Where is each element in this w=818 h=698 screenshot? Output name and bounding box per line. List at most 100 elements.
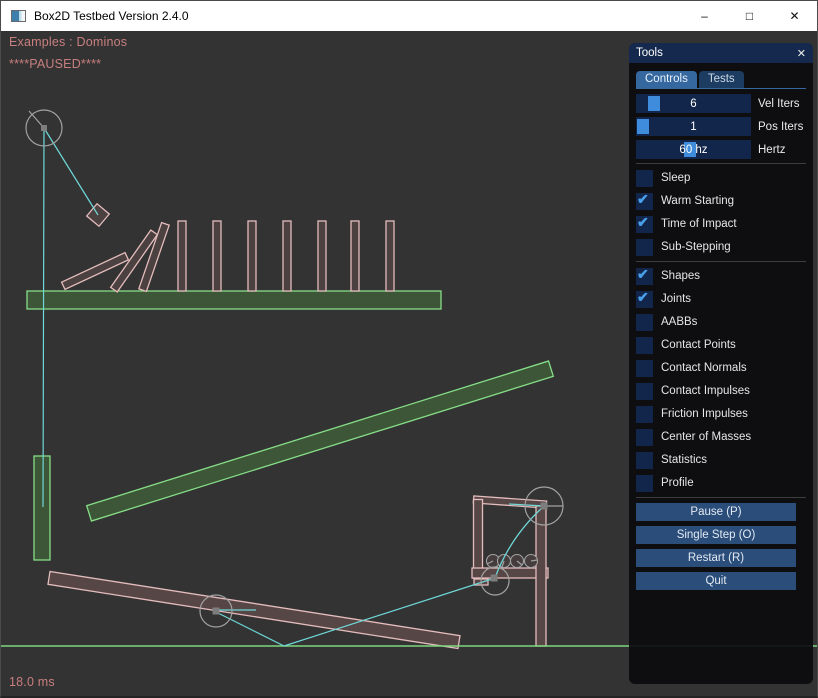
checkbox-profile[interactable] (636, 475, 653, 492)
frame-time-label: 18.0 ms (9, 675, 55, 689)
tools-panel-body: ControlsTests 6 Vel Iters 1 Pos Iters 60 hz H… (629, 63, 813, 590)
checkbox-sub-stepping[interactable] (636, 239, 653, 256)
window-title: Box2D Testbed Version 2.4.0 (34, 9, 189, 23)
separator (636, 261, 806, 262)
slider-row-vel-iters: 6 Vel Iters (636, 94, 806, 113)
checkbox-label: Joints (661, 293, 691, 305)
simulation-checkbox-group: Sleep ✔ Warm Starting ✔ Time of Impact Sub-St… (636, 169, 806, 256)
vertical-plank (34, 456, 50, 560)
checkbox-label: Warm Starting (661, 195, 734, 207)
checkbox-warm-starting[interactable]: ✔ (636, 193, 653, 210)
slider-pos-iters[interactable]: 1 (636, 117, 751, 136)
checkbox-label: Contact Impulses (661, 385, 750, 397)
checkmark-icon: ✔ (637, 266, 649, 283)
example-label: Examples : Dominos (9, 35, 127, 49)
checkbox-label: Profile (661, 477, 694, 489)
checkbox-row-friction-impulses[interactable]: Friction Impulses (636, 405, 806, 423)
checkbox-row-warm-starting[interactable]: ✔ Warm Starting (636, 192, 806, 210)
platform (27, 291, 441, 309)
checkbox-joints[interactable]: ✔ (636, 291, 653, 308)
checkbox-label: Statistics (661, 454, 707, 466)
checkbox-contact-normals[interactable] (636, 360, 653, 377)
minimize-button[interactable]: – (682, 1, 727, 31)
checkbox-row-contact-normals[interactable]: Contact Normals (636, 359, 806, 377)
checkbox-row-sub-stepping[interactable]: Sub-Stepping (636, 238, 806, 256)
checkbox-label: Time of Impact (661, 218, 737, 230)
single-step-o-button[interactable]: Single Step (O) (636, 526, 796, 544)
checkbox-label: Contact Points (661, 339, 736, 351)
checkbox-center-of-masses[interactable] (636, 429, 653, 446)
tab-controls[interactable]: Controls (636, 71, 697, 88)
checkmark-icon: ✔ (637, 214, 649, 231)
slider-value: 6 (636, 94, 751, 113)
domino-standing-2 (213, 221, 221, 291)
os-titlebar: Box2D Testbed Version 2.4.0 – □ ✕ (1, 1, 817, 31)
pendulum-rope (43, 128, 44, 507)
paused-label: ****PAUSED**** (9, 57, 101, 71)
tools-panel: Tools ✕ ControlsTests 6 Vel Iters 1 Pos Ite… (629, 43, 813, 684)
close-button[interactable]: ✕ (772, 1, 817, 31)
checkbox-label: Sleep (661, 172, 690, 184)
tab-tests[interactable]: Tests (699, 71, 744, 88)
window-controls: – □ ✕ (682, 1, 817, 31)
checkbox-sleep[interactable] (636, 170, 653, 187)
domino-standing-5 (318, 221, 326, 291)
app-window: Box2D Testbed Version 2.4.0 – □ ✕ Exampl… (0, 0, 818, 698)
checkbox-label: Sub-Stepping (661, 241, 731, 253)
checkbox-label: Friction Impulses (661, 408, 748, 420)
quit-button[interactable]: Quit (636, 572, 796, 590)
draw-checkbox-group: ✔ Shapes ✔ Joints AABBs Contact Points Contact… (636, 267, 806, 492)
domino-standing-4 (283, 221, 291, 291)
checkbox-contact-impulses[interactable] (636, 383, 653, 400)
checkbox-statistics[interactable] (636, 452, 653, 469)
action-button-group: Pause (P) Single Step (O) Restart (R) Quit (636, 503, 806, 590)
domino-standing-3 (248, 221, 256, 291)
domino-standing-6 (351, 221, 359, 291)
tab-bar: ControlsTests (636, 69, 806, 89)
panel-close-icon[interactable]: ✕ (797, 47, 806, 60)
slider-hertz[interactable]: 60 hz (636, 140, 751, 159)
checkbox-row-shapes[interactable]: ✔ Shapes (636, 267, 806, 285)
slider-label: Pos Iters (758, 121, 803, 133)
restart-r-button[interactable]: Restart (R) (636, 549, 796, 567)
slider-label: Vel Iters (758, 98, 800, 110)
checkbox-row-statistics[interactable]: Statistics (636, 451, 806, 469)
checkbox-label: Shapes (661, 270, 700, 282)
checkbox-row-sleep[interactable]: Sleep (636, 169, 806, 187)
slider-row-hertz: 60 hz Hertz (636, 140, 806, 159)
checkbox-label: Contact Normals (661, 362, 747, 374)
checkbox-time-of-impact[interactable]: ✔ (636, 216, 653, 233)
checkbox-aabbs[interactable] (636, 314, 653, 331)
maximize-button[interactable]: □ (727, 1, 772, 31)
slider-label: Hertz (758, 144, 785, 156)
slider-value: 60 hz (636, 140, 751, 159)
checkbox-row-profile[interactable]: Profile (636, 474, 806, 492)
pendulum-link (44, 128, 98, 215)
checkbox-row-center-of-masses[interactable]: Center of Masses (636, 428, 806, 446)
frame-left-post (474, 500, 483, 579)
checkbox-row-contact-impulses[interactable]: Contact Impulses (636, 382, 806, 400)
checkmark-icon: ✔ (637, 191, 649, 208)
tools-panel-title: Tools (636, 47, 663, 59)
checkbox-row-contact-points[interactable]: Contact Points (636, 336, 806, 354)
checkmark-icon: ✔ (637, 289, 649, 306)
separator (636, 497, 806, 498)
checkbox-row-aabbs[interactable]: AABBs (636, 313, 806, 331)
separator (636, 163, 806, 164)
checkbox-shapes[interactable]: ✔ (636, 268, 653, 285)
frame-right-post (536, 506, 546, 646)
checkbox-label: Center of Masses (661, 431, 751, 443)
slider-group: 6 Vel Iters 1 Pos Iters 60 hz Hertz (636, 94, 806, 159)
checkbox-contact-points[interactable] (636, 337, 653, 354)
checkbox-row-time-of-impact[interactable]: ✔ Time of Impact (636, 215, 806, 233)
joint-anchor-1 (41, 125, 47, 131)
joint-anchor-4 (491, 575, 498, 582)
checkbox-friction-impulses[interactable] (636, 406, 653, 423)
app-icon (11, 10, 26, 22)
slider-vel-iters[interactable]: 6 (636, 94, 751, 113)
tools-panel-titlebar[interactable]: Tools ✕ (629, 43, 813, 63)
domino-standing-1 (178, 221, 186, 291)
pause-p-button[interactable]: Pause (P) (636, 503, 796, 521)
checkbox-row-joints[interactable]: ✔ Joints (636, 290, 806, 308)
slider-row-pos-iters: 1 Pos Iters (636, 117, 806, 136)
